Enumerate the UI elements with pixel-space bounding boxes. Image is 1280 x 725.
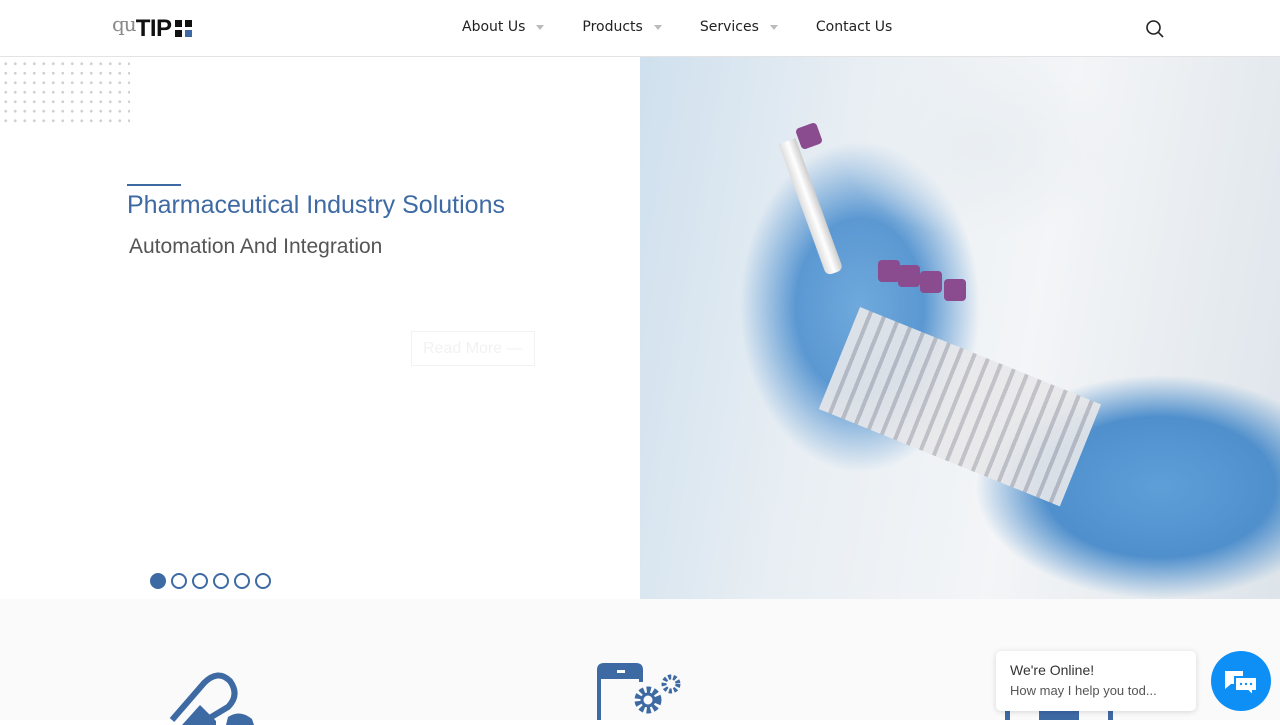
- test-tube: [778, 138, 844, 276]
- caret-down-icon: [653, 24, 662, 30]
- nav-label: Products: [582, 19, 643, 35]
- mobile-gear-icon: [597, 663, 681, 720]
- hero-title: Pharmaceutical Industry Solutions: [127, 191, 505, 219]
- tube-cap: [920, 271, 942, 293]
- slide-dot-1[interactable]: [150, 573, 166, 589]
- accent-line: [127, 184, 181, 186]
- slide-dot-4[interactable]: [213, 573, 229, 589]
- tube-cap: [898, 265, 920, 287]
- chat-status: We're Online!: [1010, 662, 1095, 678]
- dot-pattern-decoration: [0, 57, 130, 123]
- nav-label: Contact Us: [815, 19, 893, 35]
- logo-main: TIP: [135, 15, 172, 42]
- nav-label: Services: [699, 19, 759, 35]
- slide-dot-2[interactable]: [171, 573, 187, 589]
- site-header: qu TIP About Us Products Services Contac…: [0, 0, 1280, 57]
- slide-dot-5[interactable]: [234, 573, 250, 589]
- caret-down-icon: [769, 24, 778, 30]
- main-nav: About Us Products Services Contact Us: [462, 19, 930, 35]
- logo-squares: [174, 20, 192, 37]
- slide-dot-3[interactable]: [192, 573, 208, 589]
- logo-prefix: qu: [112, 12, 137, 36]
- nav-contact-us[interactable]: Contact Us: [816, 19, 892, 35]
- nav-about-us[interactable]: About Us: [462, 19, 545, 35]
- slider-pagination: [150, 573, 271, 589]
- tube-cap: [944, 279, 966, 301]
- nav-label: About Us: [462, 19, 526, 35]
- hero-lab-photo: [640, 57, 1280, 599]
- tube-cap: [794, 121, 824, 151]
- nav-services[interactable]: Services: [700, 19, 778, 35]
- logo[interactable]: qu TIP: [112, 12, 192, 42]
- hero-subtitle: Automation And Integration: [129, 235, 383, 258]
- chat-popup[interactable]: We're Online! How may I help you tod...: [996, 651, 1196, 711]
- tube-cap: [878, 260, 900, 282]
- search-icon[interactable]: [1145, 19, 1165, 39]
- chat-bubbles-icon: [1225, 671, 1258, 699]
- caret-down-icon: [536, 24, 545, 30]
- chat-launcher-button[interactable]: [1211, 651, 1271, 711]
- chat-prompt: How may I help you tod...: [1010, 683, 1157, 698]
- slide-dot-6[interactable]: [255, 573, 271, 589]
- test-tube-rack: [818, 307, 1102, 507]
- read-more-button[interactable]: Read More —: [411, 331, 535, 366]
- nav-products[interactable]: Products: [582, 19, 662, 35]
- pill-icon: [169, 672, 254, 725]
